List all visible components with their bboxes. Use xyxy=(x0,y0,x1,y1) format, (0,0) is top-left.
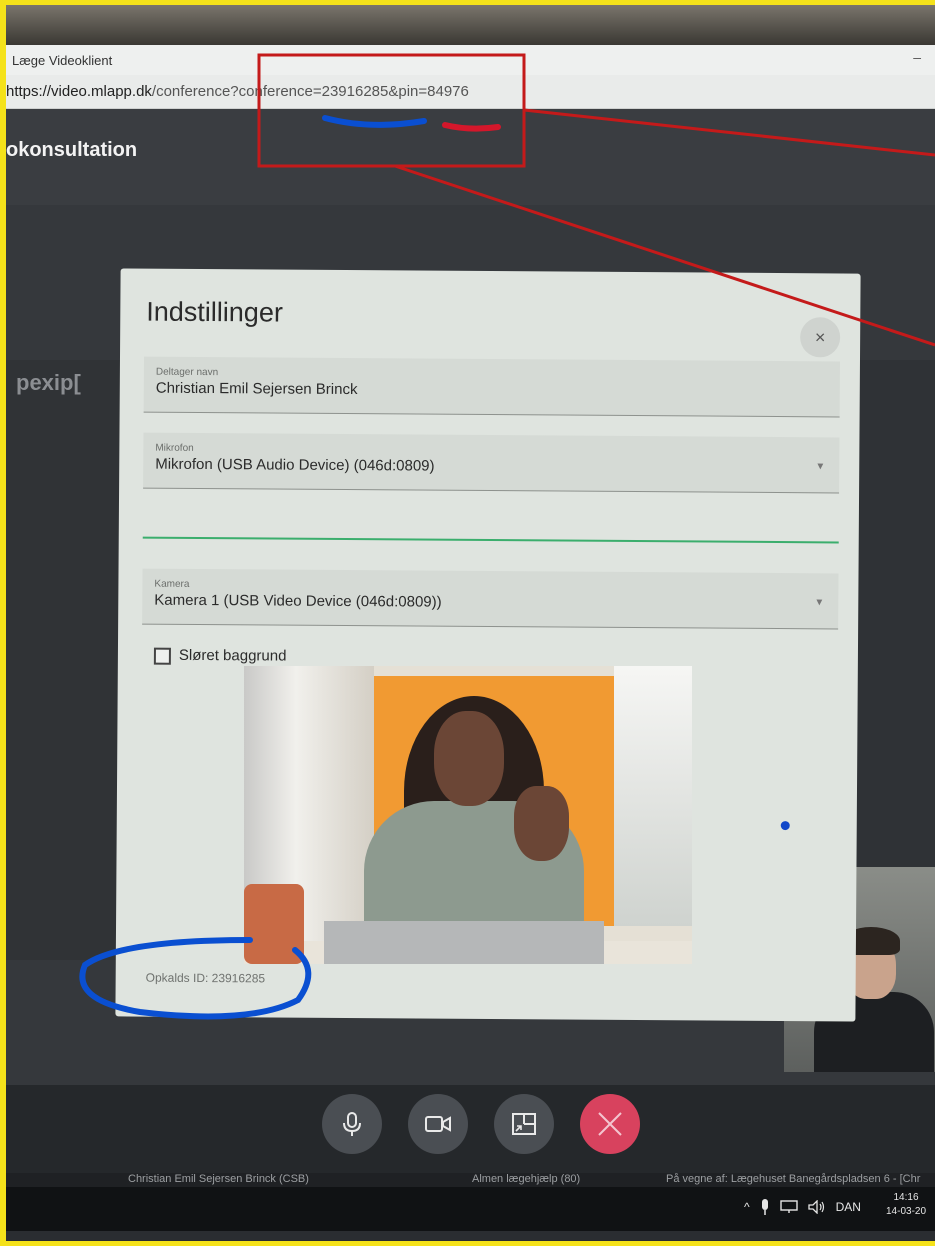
preview-face xyxy=(434,711,504,806)
camera-icon xyxy=(425,1116,451,1132)
minimize-button[interactable]: – xyxy=(913,49,921,65)
microphone-value: Mikrofon (USB Audio Device) (046d:0809) xyxy=(155,455,435,475)
microphone-icon[interactable] xyxy=(760,1199,770,1215)
blur-background-label: Sløret baggrund xyxy=(178,646,287,665)
chevron-down-icon: ▼ xyxy=(815,461,826,473)
monitor-screen: Læge Videoklient – https://video.mlapp.d… xyxy=(6,5,935,1241)
windows-taskbar: ^ DAN 14:16 14-03-20 xyxy=(6,1187,935,1231)
microphone-select[interactable]: Mikrofon Mikrofon (USB Audio Device) (04… xyxy=(143,432,840,494)
call-controls-bar xyxy=(6,1085,935,1177)
status-department: Almen lægehjælp (80) xyxy=(472,1173,581,1185)
preview-balcony xyxy=(614,666,692,926)
mute-button[interactable] xyxy=(322,1094,382,1154)
hangup-button[interactable] xyxy=(580,1094,640,1154)
pexip-logo: pexip[ xyxy=(16,370,81,395)
status-dot xyxy=(780,821,790,831)
clock[interactable]: 14:16 14-03-20 xyxy=(886,1191,926,1219)
dialog-title: Indstillinger xyxy=(146,296,283,328)
left-panel xyxy=(6,360,126,960)
status-on-behalf: På vegne af: Lægehuset Banegårdspladsen … xyxy=(666,1173,921,1185)
user-status-bar: Christian Emil Sejersen Brinck (CSB) Alm… xyxy=(6,1173,935,1187)
call-id-text: Opkalds ID: 23916285 xyxy=(145,970,266,986)
preview-waving-hand xyxy=(514,786,569,861)
chevron-up-icon[interactable]: ^ xyxy=(744,1200,750,1214)
camera-button[interactable] xyxy=(408,1094,468,1154)
status-user: Christian Emil Sejersen Brinck (CSB) xyxy=(128,1173,309,1185)
camera-select[interactable]: Kamera Kamera 1 (USB Video Device (046d:… xyxy=(142,568,839,630)
layout-button[interactable] xyxy=(494,1094,554,1154)
url-path: /conference?conference=23916285&pin=8497… xyxy=(151,83,469,100)
participant-name-value: Christian Emil Sejersen Brinck xyxy=(155,379,358,399)
layout-icon xyxy=(512,1113,536,1135)
address-bar[interactable]: https://video.mlapp.dk/conference?confer… xyxy=(6,75,935,109)
audio-level-bar xyxy=(142,536,839,544)
close-button[interactable]: × xyxy=(800,317,841,358)
url-host: https://video.mlapp.dk xyxy=(6,83,152,100)
hangup-icon xyxy=(598,1112,622,1136)
participant-name-field[interactable]: Deltager navn Christian Emil Sejersen Br… xyxy=(143,356,840,418)
camera-preview-image xyxy=(244,666,692,964)
network-icon[interactable] xyxy=(779,1200,798,1214)
speaker-icon[interactable] xyxy=(807,1200,826,1214)
camera-value: Kamera 1 (USB Video Device (046d:0809)) xyxy=(154,591,442,611)
window-titlebar: Læge Videoklient – xyxy=(6,45,935,75)
blur-background-option[interactable]: Sløret baggrund xyxy=(153,646,287,665)
window-title: Læge Videoklient xyxy=(12,53,113,68)
chevron-down-icon: ▼ xyxy=(814,597,825,609)
microphone-icon xyxy=(343,1112,361,1136)
system-tray: ^ DAN xyxy=(744,1199,861,1215)
blur-background-checkbox[interactable] xyxy=(153,647,171,665)
clock-time: 14:16 xyxy=(893,1192,919,1203)
app-title: okonsultation xyxy=(6,139,138,161)
app-header: okonsultation xyxy=(6,109,935,205)
clock-date: 14-03-20 xyxy=(886,1206,927,1217)
right-panel xyxy=(856,360,935,870)
language-indicator[interactable]: DAN xyxy=(836,1200,861,1214)
preview-laptop xyxy=(324,921,604,964)
monitor-bezel xyxy=(6,5,935,45)
preview-mug xyxy=(244,884,304,964)
